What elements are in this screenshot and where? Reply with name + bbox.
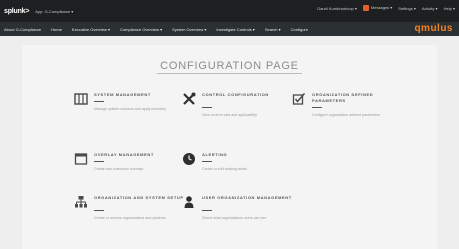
app-nav-bar: About G-Compliance Home Executive Overvi… <box>0 22 459 36</box>
messages-label: Messages ▾ <box>370 5 393 11</box>
top-right-menu: Gaurli Kumbharkoop ▾ Messages ▾ Settings… <box>317 5 455 11</box>
messages-menu[interactable]: Messages ▾ <box>362 5 393 11</box>
card-overlay-management[interactable]: OVERLAY MANAGEMENT Create and customize … <box>74 152 184 182</box>
tools-icon <box>182 92 196 106</box>
hierarchy-icon <box>74 195 88 209</box>
help-menu[interactable]: Help ▾ <box>444 6 455 11</box>
nav-item-system-overview[interactable]: System Overview ▾ <box>172 27 206 32</box>
card-organization-defined-parameters[interactable]: ORGANIZATION DEFINED PARAMETERS Configur… <box>292 92 412 132</box>
card-description: Create or edit existing alerts <box>202 167 247 171</box>
card-description: Select what organizations users can see <box>202 216 267 220</box>
card-alerting[interactable]: ALERTING Create or edit existing alerts <box>182 152 292 182</box>
card-title[interactable]: USER ORGANIZATION MANAGEMENT <box>202 195 292 201</box>
app-menu[interactable]: App: G-Compliance ▾ <box>35 9 73 14</box>
configuration-panel: CONFIGURATION PAGE SYSTEM MANAGEMENT Man… <box>22 45 437 249</box>
card-control-configuration[interactable]: CONTROL CONFIGURATION View control rules… <box>182 92 292 132</box>
card-divider <box>312 107 322 108</box>
card-description: Create or remove organizations and syste… <box>94 216 166 220</box>
card-divider <box>94 101 104 102</box>
card-organization-system-setup[interactable]: ORGANIZATION AND SYSTEM SETUP Create or … <box>74 195 184 235</box>
nav-item-home[interactable]: Home <box>51 27 62 32</box>
card-description: View control rules and applicability <box>202 113 257 117</box>
card-user-organization-management[interactable]: USER ORGANIZATION MANAGEMENT Select what… <box>182 195 292 235</box>
splunk-top-bar: splunk> App: G-Compliance ▾ Gaurli Kumbh… <box>0 0 459 22</box>
card-title[interactable]: SYSTEM MANAGEMENT <box>94 92 184 98</box>
messages-badge-icon <box>362 5 369 11</box>
card-divider <box>202 161 212 162</box>
splunk-logo[interactable]: splunk> <box>4 8 29 15</box>
title-divider <box>157 73 302 74</box>
nav-item-investigate-controls[interactable]: Investigate Controls ▾ <box>216 27 254 32</box>
nav-item-executive-overview[interactable]: Executive Overview ▾ <box>72 27 110 32</box>
card-divider <box>202 210 212 211</box>
settings-menu[interactable]: Settings ▾ <box>398 6 416 11</box>
card-system-management[interactable]: SYSTEM MANAGEMENT Manage system columns … <box>74 92 184 132</box>
card-divider <box>94 210 104 211</box>
brand-logo: qmulus <box>414 23 453 34</box>
user-icon <box>182 195 196 209</box>
card-description: Configure organization defined parameter… <box>312 113 381 117</box>
nav-item-configure[interactable]: Configure <box>291 27 308 32</box>
card-description: Manage system columns and apply inventor… <box>94 107 166 111</box>
card-title[interactable]: ORGANIZATION AND SYSTEM SETUP <box>94 195 184 201</box>
card-divider <box>94 161 104 162</box>
card-description: Create and customize overlays <box>94 167 144 171</box>
page-title: CONFIGURATION PAGE <box>160 60 299 72</box>
columns-icon <box>74 92 88 106</box>
activity-menu[interactable]: Activity ▾ <box>422 6 438 11</box>
nav-item-search[interactable]: Search ▾ <box>265 27 281 32</box>
card-divider <box>202 107 212 108</box>
user-menu[interactable]: Gaurli Kumbharkoop ▾ <box>317 6 357 11</box>
checkbox-edit-icon <box>292 92 306 106</box>
window-icon <box>74 152 88 166</box>
nav-item-compliance-overview[interactable]: Compliance Overview ▾ <box>120 27 162 32</box>
nav-item-about[interactable]: About G-Compliance <box>4 27 41 32</box>
card-title[interactable]: CONTROL CONFIGURATION <box>202 92 292 98</box>
card-title[interactable]: OVERLAY MANAGEMENT <box>94 152 184 158</box>
card-title[interactable]: ORGANIZATION DEFINED PARAMETERS <box>312 92 402 104</box>
card-title[interactable]: ALERTING <box>202 152 292 158</box>
clock-icon <box>182 152 196 166</box>
